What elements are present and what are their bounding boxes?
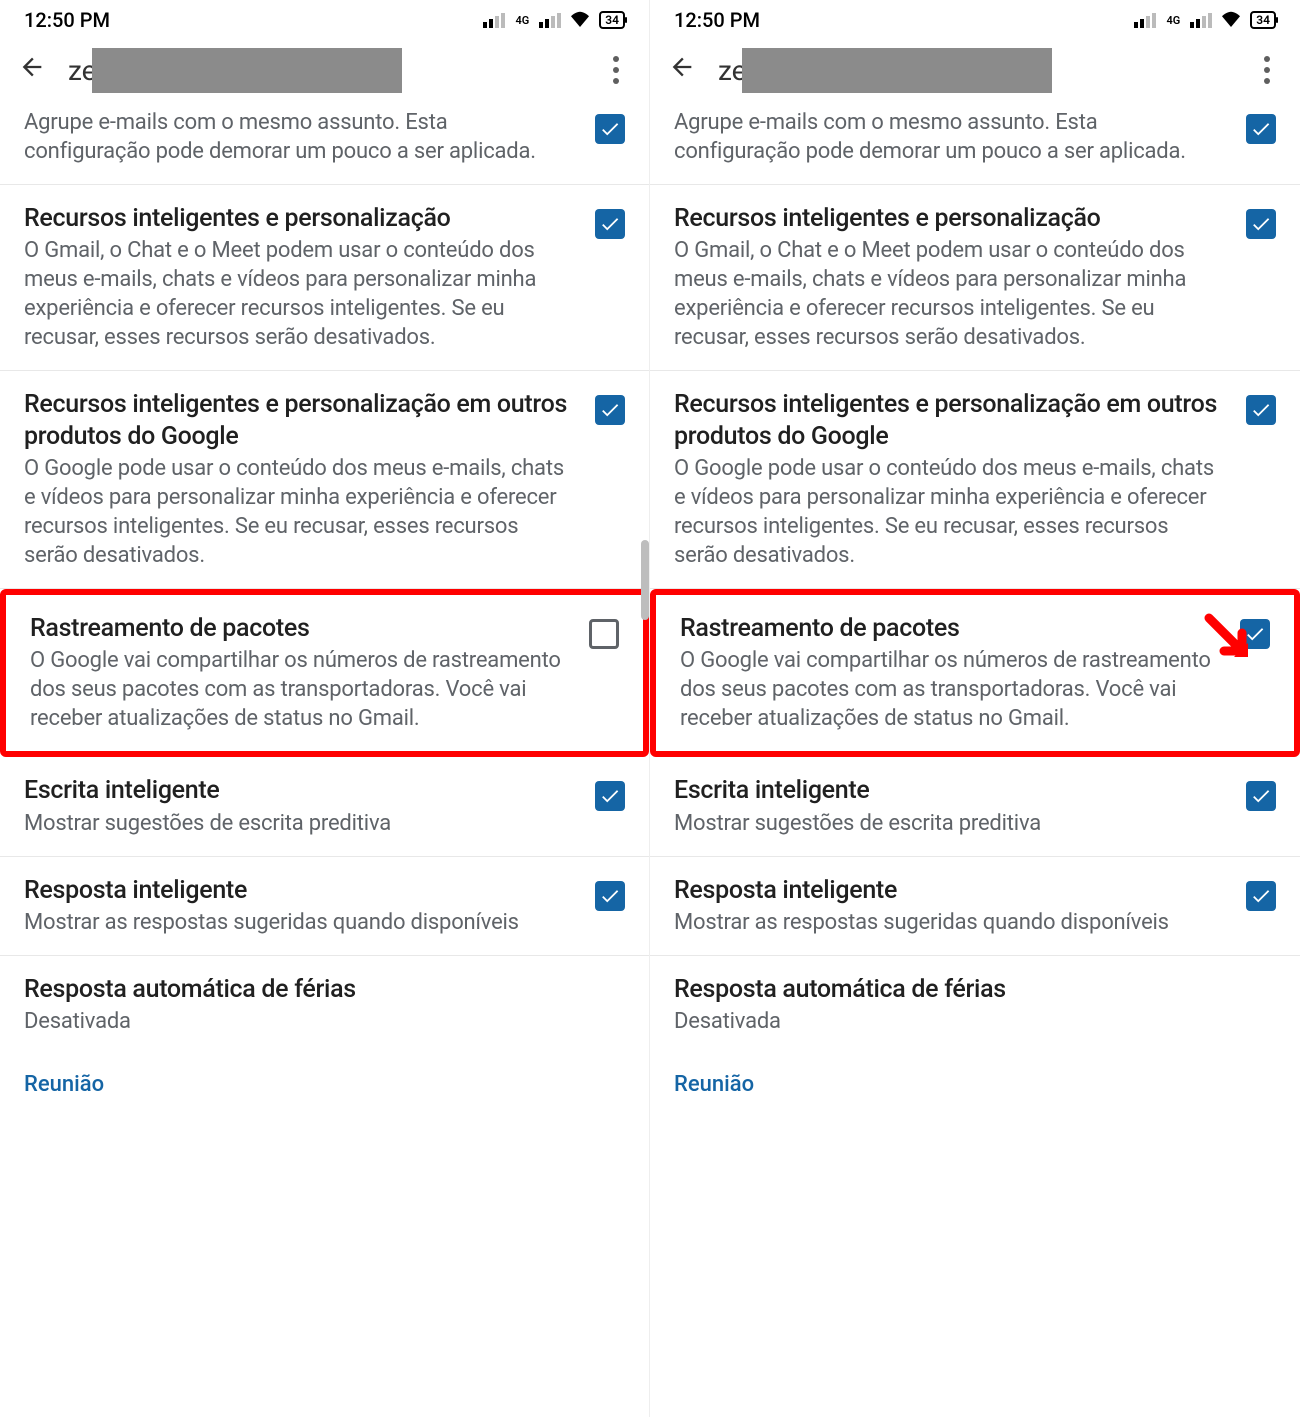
settings-list: Agrupe e-mails com o mesmo assunto. Esta… bbox=[0, 100, 649, 1097]
phone-screenshot-right: 12:50 PM 4G 34 ze Agrupe e-mails com o m… bbox=[650, 0, 1300, 1417]
setting-subtitle: O Google pode usar o conteúdo dos meus e… bbox=[674, 454, 1226, 570]
overflow-menu-icon[interactable] bbox=[1252, 56, 1282, 84]
phone-screenshot-left: 12:50 PM 4G 34 ze Agrupe e-mails com o m… bbox=[0, 0, 650, 1417]
setting-smart-compose[interactable]: Escrita inteligente Mostrar sugestões de… bbox=[0, 757, 649, 856]
setting-title: Recursos inteligentes e personalização bbox=[674, 203, 1226, 234]
setting-title: Rastreamento de pacotes bbox=[680, 613, 1220, 644]
setting-smart-features-other[interactable]: Recursos inteligentes e personalização e… bbox=[650, 371, 1300, 589]
status-right: 4G 34 bbox=[1134, 9, 1276, 32]
setting-subtitle: O Google vai compartilhar os números de … bbox=[680, 646, 1220, 733]
checkbox-smart-features-other[interactable] bbox=[595, 395, 625, 425]
setting-vacation[interactable]: Resposta automática de férias Desativada bbox=[0, 956, 649, 1054]
status-bar: 12:50 PM 4G 34 bbox=[650, 0, 1300, 40]
setting-smart-compose[interactable]: Escrita inteligente Mostrar sugestões de… bbox=[650, 757, 1300, 856]
app-header: ze bbox=[650, 40, 1300, 100]
settings-list: Agrupe e-mails com o mesmo assunto. Esta… bbox=[650, 100, 1300, 1097]
setting-smart-features[interactable]: Recursos inteligentes e personalização O… bbox=[0, 185, 649, 371]
setting-title: Escrita inteligente bbox=[24, 775, 575, 806]
checkbox-group-emails[interactable] bbox=[1246, 114, 1276, 144]
scrollbar-thumb[interactable] bbox=[641, 540, 649, 620]
setting-subtitle: Agrupe e-mails com o mesmo assunto. Esta… bbox=[674, 108, 1226, 166]
setting-subtitle: Mostrar as respostas sugeridas quando di… bbox=[674, 908, 1226, 937]
censored-title-bar bbox=[92, 48, 402, 93]
status-bar: 12:50 PM 4G 34 bbox=[0, 0, 649, 40]
checkbox-smart-compose[interactable] bbox=[1246, 781, 1276, 811]
setting-title: Resposta automática de férias bbox=[24, 974, 605, 1005]
checkbox-smart-features[interactable] bbox=[595, 209, 625, 239]
setting-subtitle: O Google pode usar o conteúdo dos meus e… bbox=[24, 454, 575, 570]
checkbox-package-tracking[interactable] bbox=[1240, 619, 1270, 649]
back-arrow-icon[interactable] bbox=[18, 53, 46, 88]
setting-title: Recursos inteligentes e personalização e… bbox=[674, 389, 1226, 452]
setting-subtitle: Mostrar sugestões de escrita preditiva bbox=[674, 809, 1226, 838]
checkbox-package-tracking[interactable] bbox=[589, 619, 619, 649]
network-label: 4G bbox=[515, 14, 529, 27]
setting-smart-reply[interactable]: Resposta inteligente Mostrar as resposta… bbox=[650, 857, 1300, 956]
setting-package-tracking[interactable]: Rastreamento de pacotes O Google vai com… bbox=[0, 589, 649, 757]
setting-subtitle: Agrupe e-mails com o mesmo assunto. Esta… bbox=[24, 108, 575, 166]
setting-subtitle: Desativada bbox=[24, 1007, 605, 1036]
setting-title: Resposta automática de férias bbox=[674, 974, 1256, 1005]
setting-subtitle: Mostrar as respostas sugeridas quando di… bbox=[24, 908, 575, 937]
checkbox-smart-features-other[interactable] bbox=[1246, 395, 1276, 425]
setting-vacation[interactable]: Resposta automática de férias Desativada bbox=[650, 956, 1300, 1054]
setting-subtitle: O Gmail, o Chat e o Meet podem usar o co… bbox=[24, 236, 575, 352]
signal-bars-1-icon bbox=[1134, 13, 1156, 28]
network-label: 4G bbox=[1166, 14, 1180, 27]
overflow-menu-icon[interactable] bbox=[601, 56, 631, 84]
setting-title: Recursos inteligentes e personalização e… bbox=[24, 389, 575, 452]
battery-icon: 34 bbox=[1250, 11, 1276, 29]
setting-subtitle: O Gmail, o Chat e o Meet podem usar o co… bbox=[674, 236, 1226, 352]
wifi-icon bbox=[569, 9, 591, 32]
wifi-icon bbox=[1220, 9, 1242, 32]
setting-title: Resposta inteligente bbox=[24, 875, 575, 906]
signal-bars-2-icon bbox=[1190, 13, 1212, 28]
setting-title: Resposta inteligente bbox=[674, 875, 1226, 906]
setting-title: Escrita inteligente bbox=[674, 775, 1226, 806]
checkbox-smart-features[interactable] bbox=[1246, 209, 1276, 239]
status-right: 4G 34 bbox=[483, 9, 625, 32]
setting-package-tracking[interactable]: Rastreamento de pacotes O Google vai com… bbox=[650, 589, 1300, 757]
checkbox-smart-compose[interactable] bbox=[595, 781, 625, 811]
signal-bars-2-icon bbox=[539, 13, 561, 28]
setting-meeting-peek: Reunião bbox=[650, 1054, 1300, 1097]
battery-icon: 34 bbox=[599, 11, 625, 29]
setting-subtitle: Mostrar sugestões de escrita preditiva bbox=[24, 809, 575, 838]
setting-smart-reply[interactable]: Resposta inteligente Mostrar as resposta… bbox=[0, 857, 649, 956]
censored-title-bar bbox=[742, 48, 1052, 93]
setting-subtitle: Desativada bbox=[674, 1007, 1256, 1036]
setting-smart-features-other[interactable]: Recursos inteligentes e personalização e… bbox=[0, 371, 649, 589]
status-time: 12:50 PM bbox=[24, 8, 110, 32]
checkbox-smart-reply[interactable] bbox=[1246, 881, 1276, 911]
checkbox-group-emails[interactable] bbox=[595, 114, 625, 144]
setting-meeting-peek: Reunião bbox=[0, 1054, 649, 1097]
app-header: ze bbox=[0, 40, 649, 100]
setting-title: Recursos inteligentes e personalização bbox=[24, 203, 575, 234]
setting-group-emails[interactable]: Agrupe e-mails com o mesmo assunto. Esta… bbox=[650, 100, 1300, 185]
signal-bars-1-icon bbox=[483, 13, 505, 28]
back-arrow-icon[interactable] bbox=[668, 53, 696, 88]
setting-title: Rastreamento de pacotes bbox=[30, 613, 569, 644]
checkbox-smart-reply[interactable] bbox=[595, 881, 625, 911]
status-time: 12:50 PM bbox=[674, 8, 760, 32]
setting-subtitle: O Google vai compartilhar os números de … bbox=[30, 646, 569, 733]
setting-group-emails[interactable]: Agrupe e-mails com o mesmo assunto. Esta… bbox=[0, 100, 649, 185]
setting-smart-features[interactable]: Recursos inteligentes e personalização O… bbox=[650, 185, 1300, 371]
